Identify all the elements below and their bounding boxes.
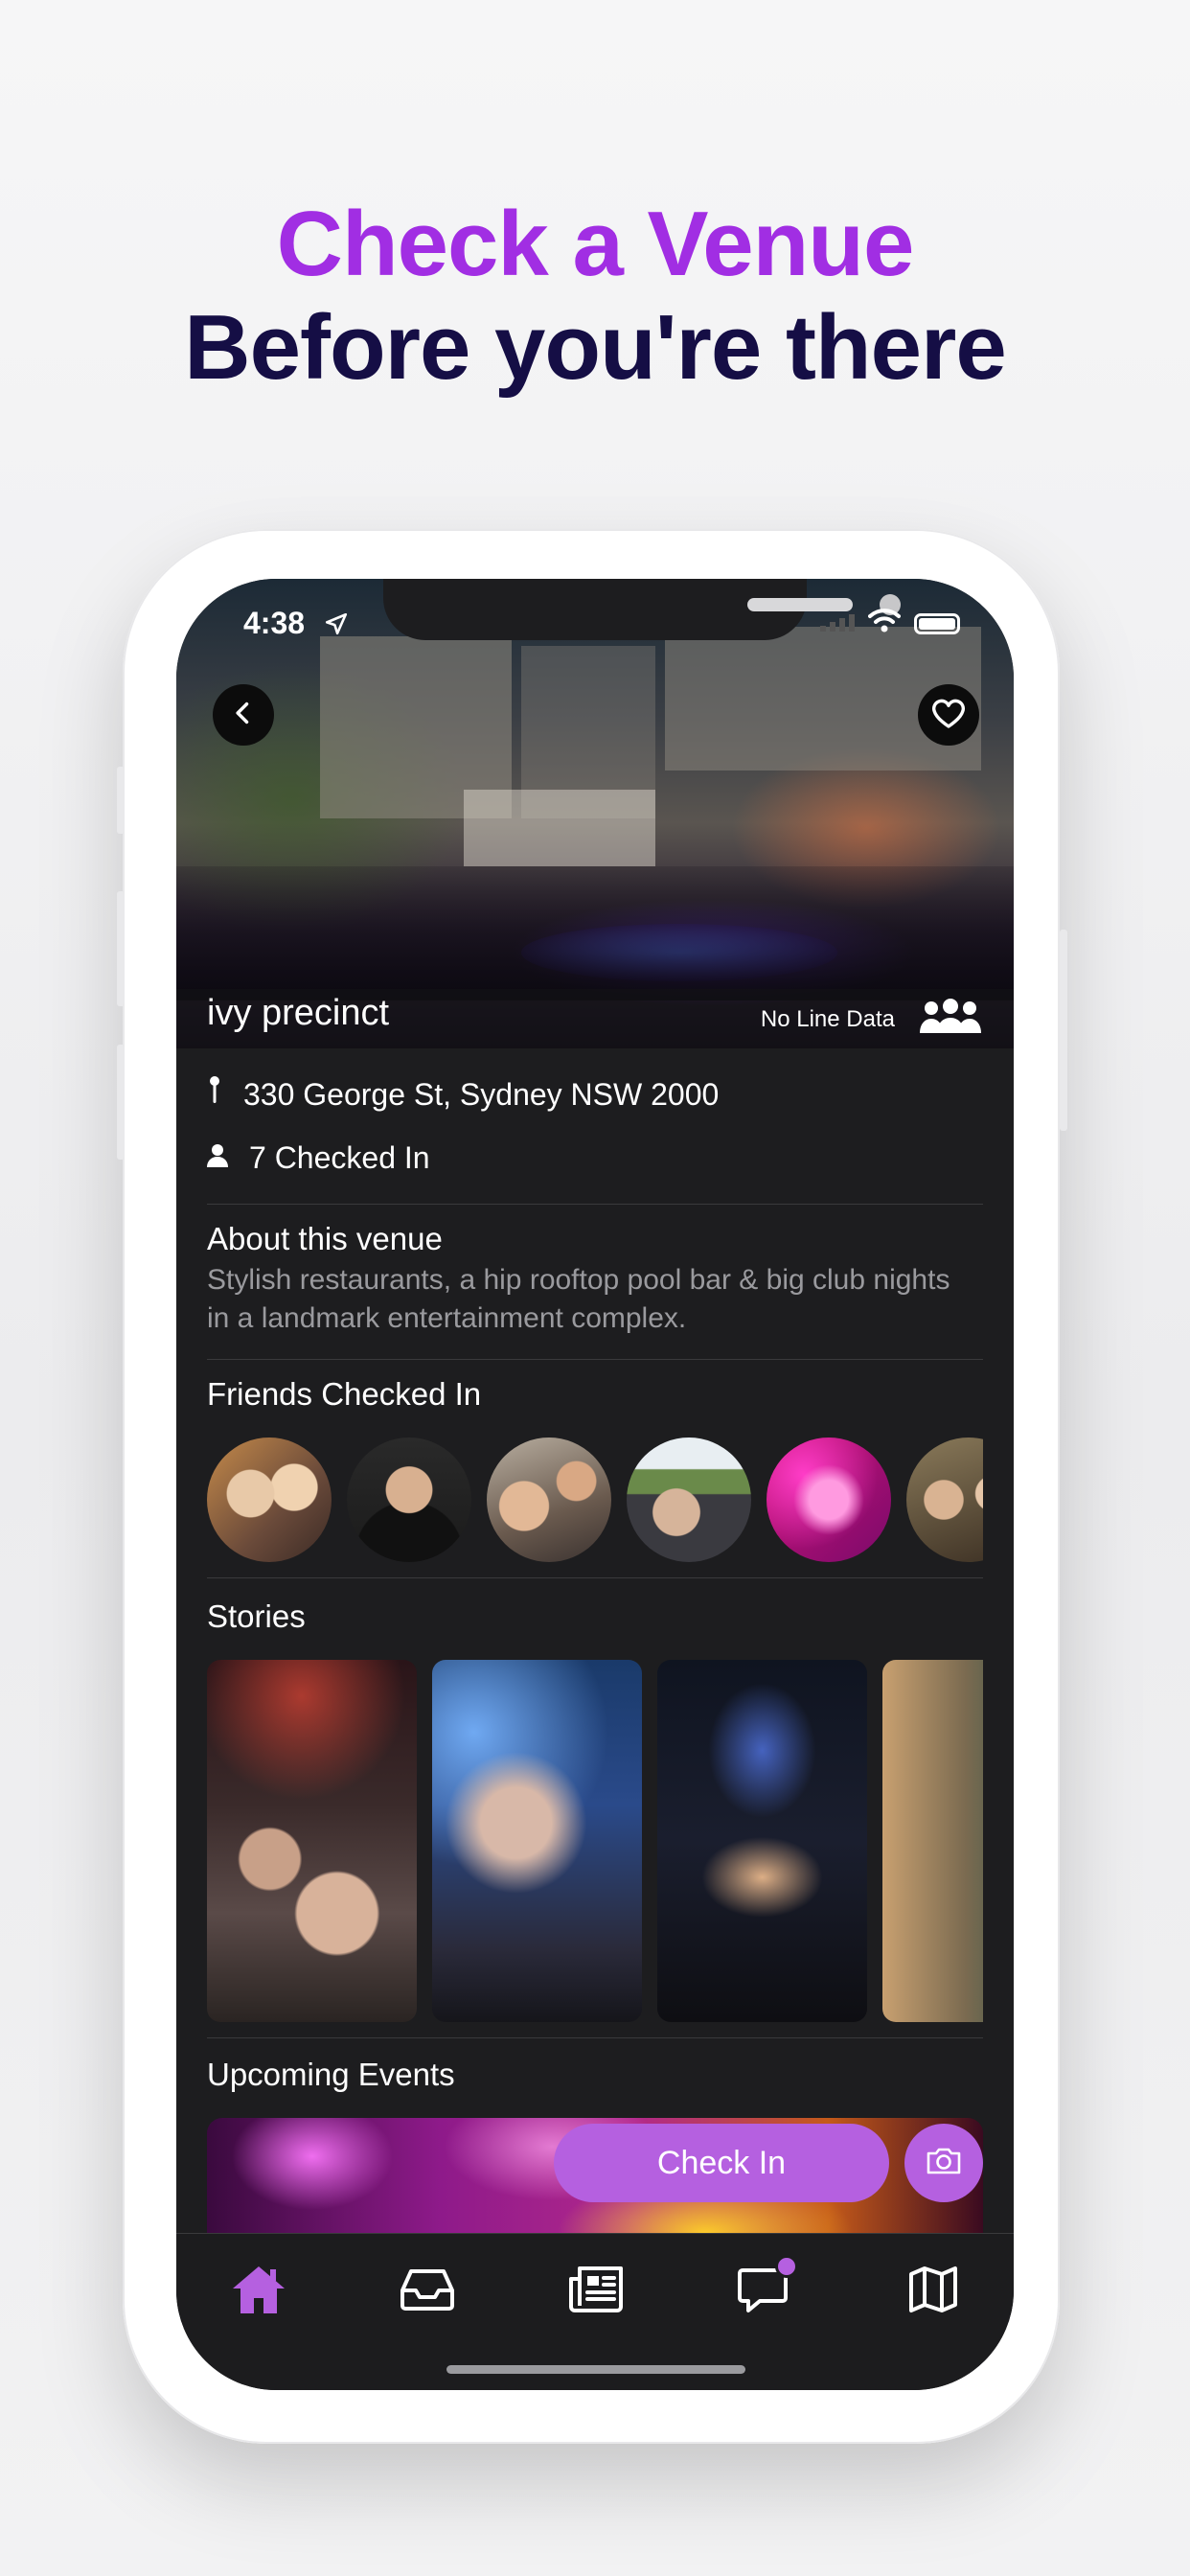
- line-status: No Line Data: [760, 1006, 895, 1032]
- friends-list[interactable]: [207, 1438, 983, 1566]
- tab-news[interactable]: [565, 2261, 627, 2322]
- chevron-left-icon: [230, 700, 257, 731]
- status-icons: [820, 608, 960, 639]
- stories-list[interactable]: [207, 1660, 983, 2024]
- news-icon: [568, 2266, 624, 2318]
- venue-hero-image: [176, 579, 1014, 1048]
- story-thumbnail[interactable]: [207, 1660, 417, 2022]
- camera-icon: [925, 2146, 963, 2181]
- back-button[interactable]: [213, 684, 274, 746]
- device-notch: [383, 579, 901, 640]
- headline-line-1: Check a Venue: [276, 193, 915, 295]
- divider: [207, 1359, 983, 1360]
- divider: [207, 1204, 983, 1205]
- side-button: [1060, 930, 1067, 1131]
- address-row[interactable]: 330 George St, Sydney NSW 2000: [207, 1075, 719, 1114]
- location-arrow-icon: [324, 611, 349, 641]
- events-title: Upcoming Events: [207, 2057, 455, 2092]
- story-thumbnail[interactable]: [882, 1660, 983, 2022]
- inbox-icon: [400, 2268, 455, 2315]
- divider: [207, 1577, 983, 1578]
- notification-dot: [775, 2254, 798, 2278]
- tab-map[interactable]: [903, 2261, 964, 2322]
- story-thumbnail[interactable]: [432, 1660, 642, 2022]
- headline-line-2: Before you're there: [184, 296, 1006, 399]
- map-icon: [908, 2266, 958, 2318]
- chat-icon: [737, 2254, 798, 2319]
- check-in-button[interactable]: Check In: [554, 2124, 889, 2202]
- venue-address: 330 George St, Sydney NSW 2000: [243, 1076, 720, 1112]
- tab-chat[interactable]: [734, 2254, 798, 2322]
- venue-name: ivy precinct: [207, 993, 390, 1033]
- friend-avatar[interactable]: [767, 1438, 891, 1562]
- pin-icon: [207, 1075, 222, 1114]
- tab-inbox[interactable]: [397, 2261, 458, 2322]
- side-button: [117, 1045, 125, 1160]
- phone-screen: 4:38 ivy precinct No Line Data 330 Georg…: [176, 579, 1014, 2390]
- person-icon: [207, 1140, 228, 1176]
- story-thumbnail[interactable]: [657, 1660, 867, 2022]
- side-button: [117, 767, 125, 834]
- stories-title: Stories: [207, 1598, 306, 1634]
- battery-icon: [914, 612, 960, 634]
- friend-avatar[interactable]: [347, 1438, 471, 1562]
- cellular-icon: [820, 609, 855, 638]
- status-time: 4:38: [243, 606, 306, 640]
- checked-in-row[interactable]: 7 Checked In: [207, 1140, 430, 1176]
- tab-home[interactable]: [228, 2261, 289, 2322]
- friend-avatar[interactable]: [487, 1438, 611, 1562]
- heart-icon: [930, 697, 967, 734]
- camera-button[interactable]: [904, 2124, 983, 2202]
- friend-avatar[interactable]: [207, 1438, 332, 1562]
- friend-avatar[interactable]: [906, 1438, 983, 1562]
- friend-avatar[interactable]: [627, 1438, 751, 1562]
- friends-title: Friends Checked In: [207, 1376, 482, 1412]
- about-title: About this venue: [207, 1221, 443, 1256]
- about-text: Stylish restaurants, a hip rooftop pool …: [207, 1264, 950, 1334]
- side-button: [117, 891, 125, 1006]
- favorite-button[interactable]: [918, 684, 979, 746]
- group-icon[interactable]: [918, 997, 983, 1044]
- home-indicator: [446, 2365, 745, 2374]
- home-icon: [230, 2264, 287, 2320]
- divider: [207, 2037, 983, 2038]
- wifi-icon: [868, 608, 901, 639]
- checked-in-count: 7 Checked In: [249, 1140, 430, 1175]
